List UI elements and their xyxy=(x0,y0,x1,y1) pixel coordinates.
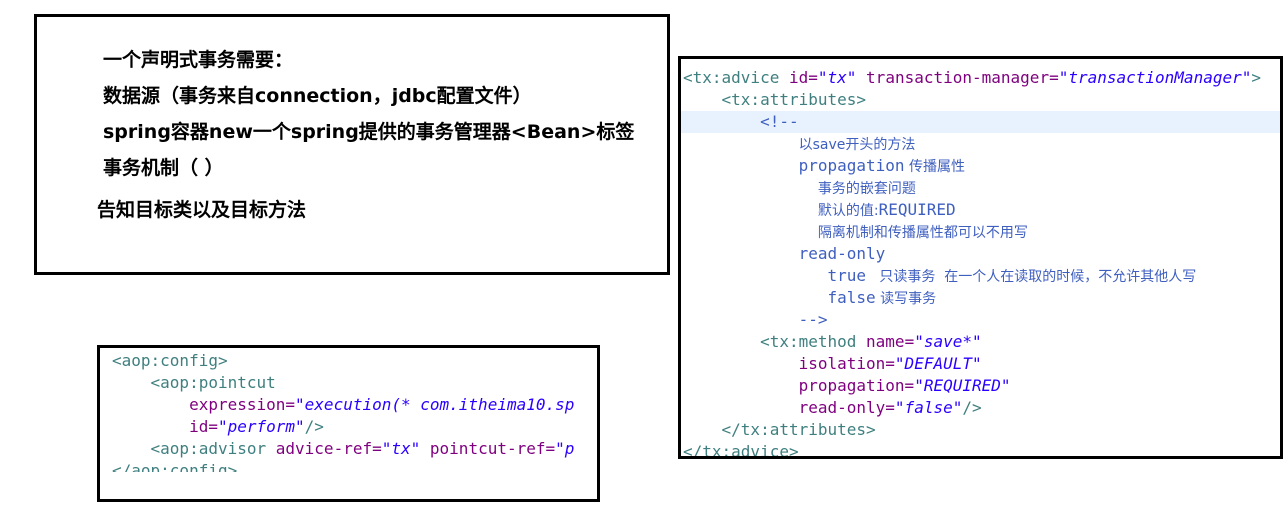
note-line-3: spring容器new一个spring提供的事务管理器<Bean>标签 xyxy=(103,121,635,143)
code-line: read-only xyxy=(683,243,886,265)
code-token: transaction-manager= xyxy=(866,68,1059,87)
code-token: REQUIRED xyxy=(878,200,956,219)
code-token: "perform" xyxy=(217,417,305,436)
code-token: <tx:attributes> xyxy=(721,90,867,109)
code-line: <tx:advice id="tx" transaction-manager="… xyxy=(683,67,1261,89)
code-token: false xyxy=(827,288,876,307)
code-token: </tx:advice> xyxy=(683,442,799,459)
code-line: </tx:advice> xyxy=(683,441,799,459)
code-token: --> xyxy=(798,310,828,329)
code-token: id= xyxy=(788,68,818,87)
code-token: 事务的嵌套问题 xyxy=(817,181,916,197)
code-token: "REQUIRED" xyxy=(914,376,1011,395)
code-line: </tx:attributes> xyxy=(683,419,876,441)
code-token: > xyxy=(1251,68,1261,87)
code-line: id="perform"/> xyxy=(112,416,324,438)
code-token: "transactionManager" xyxy=(1058,68,1252,87)
code-token: read-only xyxy=(798,244,886,263)
code-token: 默认的值: xyxy=(817,203,879,219)
code-line: propagation 传播属性 xyxy=(683,155,965,177)
code-token: 读写事务 xyxy=(875,291,937,307)
code-line: read-only="false"/> xyxy=(683,397,982,419)
code-token: </tx:attributes> xyxy=(721,420,876,439)
code-token: expression= xyxy=(189,395,296,414)
code-token: 隔离机制和传播属性都可以不用写 xyxy=(817,225,1028,241)
code-token: propagation xyxy=(798,156,905,175)
note-line-5: 告知目标类以及目标方法 xyxy=(97,199,307,221)
code-line: <aop:pointcut xyxy=(112,372,276,394)
code-token: read-only= xyxy=(798,398,895,417)
code-token: isolation= xyxy=(798,354,895,373)
code-line: <tx:attributes> xyxy=(683,89,867,111)
code-token: /> xyxy=(962,398,982,417)
code-token: "DEFAULT" xyxy=(894,354,982,373)
note-line-2: 数据源（事务来自connection，jdbc配置文件） xyxy=(103,85,532,107)
code-token: id= xyxy=(189,417,218,436)
note-line-1: 一个声明式事务需要： xyxy=(103,49,294,71)
code-token: "execution(* com.itheima10.sp xyxy=(295,395,575,414)
code-line: <aop:config> xyxy=(112,350,228,372)
code-token: /> xyxy=(304,417,324,436)
note-line-4: 事务机制（ ） xyxy=(103,157,224,179)
code-token: name= xyxy=(866,332,915,351)
code-line: false 读写事务 xyxy=(683,287,937,309)
code-line: 以save开头的方法 xyxy=(683,133,916,155)
code-token: "false" xyxy=(894,398,963,417)
code-line: <tx:method name="save*" xyxy=(683,331,982,353)
code-line: 默认的值:REQUIRED xyxy=(683,199,956,221)
code-line: isolation="DEFAULT" xyxy=(683,353,982,375)
code-token: propagation= xyxy=(798,376,915,395)
tx-advice-code: <tx:advice id="tx" transaction-manager="… xyxy=(678,56,1283,459)
code-line: propagation="REQUIRED" xyxy=(683,375,1011,397)
code-line: --> xyxy=(683,309,828,331)
code-token: 以save开头的方法 xyxy=(798,137,916,153)
code-token: pointcut-ref= xyxy=(429,439,556,458)
notes-box: 一个声明式事务需要： 数据源（事务来自connection，jdbc配置文件） … xyxy=(34,14,670,275)
code-token: advice-ref= xyxy=(275,439,382,458)
code-token: <!-- xyxy=(760,112,799,131)
code-line: <!-- xyxy=(683,111,799,133)
code-token: </aop:config> xyxy=(112,461,238,472)
code-token: <tx:advice xyxy=(683,68,780,87)
code-line: 事务的嵌套问题 xyxy=(683,177,916,199)
code-line: expression="execution(* com.itheima10.sp xyxy=(112,394,574,416)
code-line: <aop:advisor advice-ref="tx" pointcut-re… xyxy=(112,438,575,460)
code-token: "tx" xyxy=(381,439,421,458)
code-token: <aop:advisor xyxy=(150,439,267,458)
code-token: 只读事务 在一个人在读取的时候，不允许其他人写 xyxy=(866,269,1197,285)
code-token: true xyxy=(827,266,867,285)
code-token: "p xyxy=(555,439,575,458)
aop-config-code: <aop:config> <aop:pointcut expression="e… xyxy=(97,345,600,502)
code-token: <tx:method xyxy=(760,332,857,351)
code-token: 传播属性 xyxy=(904,159,966,175)
code-line: </aop:config> xyxy=(112,460,237,472)
code-token: "tx" xyxy=(817,68,857,87)
code-line: true 只读事务 在一个人在读取的时候，不允许其他人写 xyxy=(683,265,1197,287)
code-line: 隔离机制和传播属性都可以不用写 xyxy=(683,221,1028,243)
code-token: <aop:pointcut xyxy=(150,373,276,392)
code-token: <aop:config> xyxy=(112,351,228,370)
code-token: "save*" xyxy=(914,332,982,351)
